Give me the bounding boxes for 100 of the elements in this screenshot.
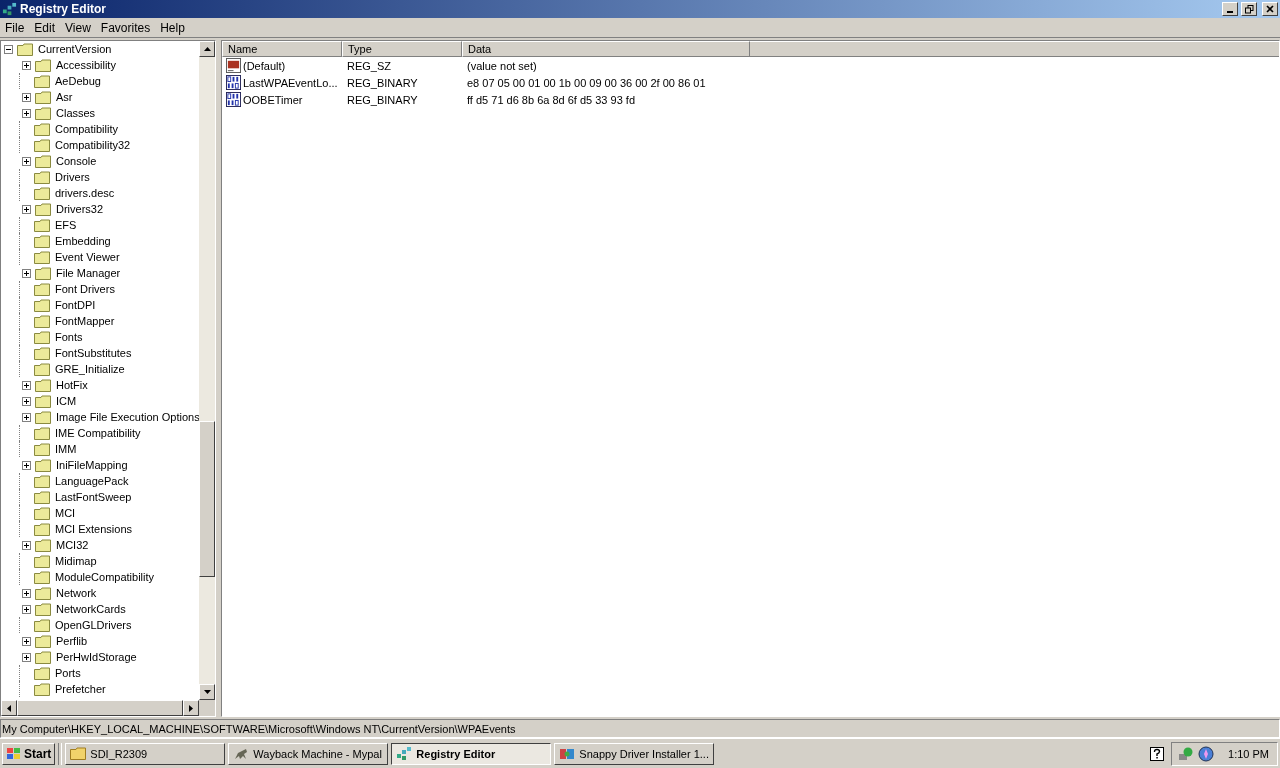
folder-icon xyxy=(34,186,50,200)
folder-icon xyxy=(34,250,50,264)
tree-item[interactable]: Console xyxy=(55,155,98,167)
restore-icon xyxy=(1244,4,1254,14)
value-type: REG_BINARY xyxy=(346,93,419,106)
value-type: REG_SZ xyxy=(346,59,392,72)
scrollbar-corner xyxy=(199,700,215,716)
menu-item[interactable]: Edit xyxy=(29,20,61,35)
value-data: ff d5 71 d6 8b 6a 8d 6f d5 33 93 fd xyxy=(466,93,635,106)
folder-icon xyxy=(34,74,50,88)
folder-icon xyxy=(34,314,50,328)
tree-item[interactable]: Embedding xyxy=(54,235,112,247)
folder-icon xyxy=(34,218,50,232)
tree-item[interactable]: FontDPI xyxy=(54,299,97,311)
down-arrow-icon xyxy=(203,690,211,694)
tree-item[interactable]: Asr xyxy=(55,91,74,103)
menu-item[interactable]: File xyxy=(0,20,30,35)
left-arrow-icon xyxy=(7,704,11,712)
compass-icon[interactable] xyxy=(1198,745,1215,762)
help-icon[interactable] xyxy=(1150,746,1165,761)
tree-item[interactable]: drivers.desc xyxy=(54,187,116,199)
folder-icon xyxy=(34,570,50,584)
tree-item[interactable]: Midimap xyxy=(54,555,98,567)
tree-item[interactable]: EFS xyxy=(54,219,78,231)
binary-value-icon xyxy=(226,92,241,107)
animal-icon xyxy=(233,746,250,761)
folder-icon xyxy=(70,747,87,760)
column-header[interactable]: Type xyxy=(342,41,462,57)
folder-icon xyxy=(35,586,51,600)
tree-item[interactable]: AeDebug xyxy=(54,75,102,87)
value-data: (value not set) xyxy=(466,59,537,72)
tree-item[interactable]: Compatibility32 xyxy=(54,139,132,151)
tree-item[interactable]: MCI xyxy=(54,507,77,519)
folder-icon xyxy=(35,58,51,72)
folder-icon xyxy=(34,442,50,456)
folder-icon xyxy=(35,154,51,168)
scroll-thumb[interactable] xyxy=(199,420,215,578)
tree-item[interactable]: ModuleCompatibility xyxy=(54,571,156,583)
tree-item[interactable]: NetworkCards xyxy=(55,603,127,615)
tree-item[interactable]: HotFix xyxy=(55,379,89,391)
taskbar-button[interactable]: SDI_R2309 xyxy=(65,742,226,765)
folder-icon xyxy=(35,602,51,616)
scroll-thumb[interactable] xyxy=(17,700,183,716)
tree-item[interactable]: Compatibility xyxy=(54,123,119,135)
tree-item[interactable]: ICM xyxy=(55,395,78,407)
taskbar-button[interactable]: Snappy Driver Installer 1... xyxy=(554,742,715,765)
folder-icon xyxy=(34,426,50,440)
minimize-button[interactable] xyxy=(1222,2,1238,16)
taskbar-button[interactable]: Registry Editor xyxy=(391,742,552,765)
tree-item[interactable]: IMM xyxy=(54,443,78,455)
tree-item[interactable]: Classes xyxy=(55,107,97,119)
tree-item[interactable]: IME Compatibility xyxy=(54,427,142,439)
close-button[interactable] xyxy=(1262,2,1278,16)
tree-item[interactable]: Accessibility xyxy=(55,59,117,71)
menu-item[interactable]: Favorites xyxy=(95,20,156,35)
tree-item[interactable]: FontMapper xyxy=(54,315,116,327)
tree-item[interactable]: Fonts xyxy=(54,331,84,343)
tree-item[interactable]: OpenGLDrivers xyxy=(54,619,133,631)
installer-icon xyxy=(559,746,576,761)
folder-icon xyxy=(34,666,50,680)
tree-item[interactable]: Font Drivers xyxy=(54,283,116,295)
clock: 1:10 PM xyxy=(1228,747,1269,760)
tree-item[interactable]: PerHwIdStorage xyxy=(55,651,138,663)
tree-item[interactable]: Perflib xyxy=(55,635,89,647)
tree-item[interactable]: Network xyxy=(55,587,98,599)
folder-icon xyxy=(35,650,51,664)
tree-item[interactable]: Ports xyxy=(54,667,82,679)
restore-button[interactable] xyxy=(1241,2,1257,16)
value-name[interactable]: (Default) xyxy=(243,59,286,72)
folder-icon xyxy=(34,282,50,296)
folder-icon xyxy=(34,138,50,152)
taskbar-button[interactable]: Wayback Machine - Mypal xyxy=(228,742,389,765)
column-header[interactable]: Data xyxy=(462,41,750,57)
folder-icon xyxy=(34,298,50,312)
column-header[interactable]: Name xyxy=(222,41,342,57)
tree-item[interactable]: Image File Execution Options xyxy=(55,411,199,423)
tree-item[interactable]: Drivers xyxy=(54,171,91,183)
folder-icon xyxy=(17,42,33,56)
tree-item[interactable]: LastFontSweep xyxy=(54,491,133,503)
horizontal-scrollbar[interactable] xyxy=(1,700,215,716)
menu-item[interactable]: Help xyxy=(155,20,190,35)
tree-item[interactable]: LanguagePack xyxy=(54,475,130,487)
window-title: Registry Editor xyxy=(20,2,106,16)
tree-item[interactable]: Event Viewer xyxy=(54,251,121,263)
tree-item[interactable]: CurrentVersion xyxy=(37,43,113,55)
menu-item[interactable]: View xyxy=(60,20,96,35)
tree-item[interactable]: GRE_Initialize xyxy=(54,363,126,375)
value-name[interactable]: LastWPAEventLo... xyxy=(243,76,338,89)
tree-item[interactable]: MCI Extensions xyxy=(54,523,134,535)
folder-icon xyxy=(35,90,51,104)
tree-item[interactable]: FontSubstitutes xyxy=(54,347,133,359)
value-name[interactable]: OOBETimer xyxy=(243,93,303,106)
tree-item[interactable]: MCI32 xyxy=(55,539,90,551)
folder-icon xyxy=(34,506,50,520)
tree-item[interactable]: Prefetcher xyxy=(54,683,107,695)
tree-item[interactable]: Drivers32 xyxy=(55,203,105,215)
registry-icon xyxy=(396,745,413,762)
tree-item[interactable]: File Manager xyxy=(55,267,122,279)
tree-item[interactable]: IniFileMapping xyxy=(55,459,129,471)
start-button[interactable]: Start xyxy=(2,742,56,765)
